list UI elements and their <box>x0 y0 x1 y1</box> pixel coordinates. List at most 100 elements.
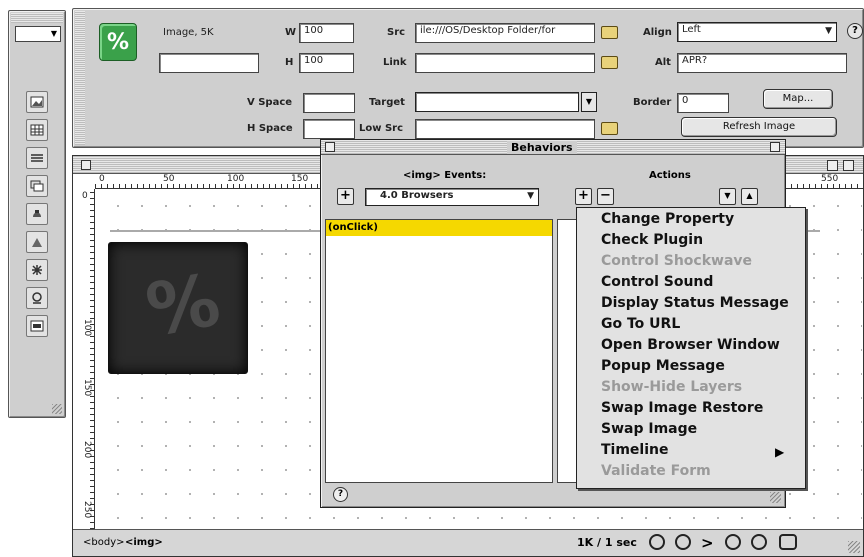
border-label: Border <box>633 97 672 108</box>
height-label: H <box>285 57 294 68</box>
src-field[interactable]: ile:///OS/Desktop Folder/for <box>415 23 595 43</box>
width-label: W <box>285 27 297 38</box>
menu-item[interactable]: Popup Message <box>577 356 805 377</box>
help-icon[interactable]: ? <box>333 487 348 502</box>
ruler-mark: 550 <box>821 174 839 184</box>
move-up-button[interactable]: ▲ <box>741 188 758 205</box>
move-down-button[interactable]: ▼ <box>719 188 736 205</box>
border-field[interactable]: 0 <box>677 93 729 113</box>
align-select[interactable]: Left ▼ <box>677 22 837 42</box>
menu-item[interactable]: Open Browser Window <box>577 335 805 356</box>
events-header: <img> Events: <box>403 170 487 181</box>
menu-item: Validate Form <box>601 463 711 479</box>
menu-item[interactable]: Display Status Message <box>577 293 805 314</box>
zoom-box-icon[interactable] <box>827 160 838 171</box>
menu-item[interactable]: Change Property <box>577 209 805 230</box>
add-action-button[interactable]: + <box>575 188 592 205</box>
menu-item[interactable]: Timeline <box>577 440 805 461</box>
add-event-button[interactable]: + <box>337 188 354 205</box>
chevron-down-icon: ▼ <box>585 97 593 106</box>
vruler-mark: 100 <box>82 319 92 337</box>
insert-layer-icon[interactable] <box>26 175 48 197</box>
menu-item[interactable]: Swap Image Restore <box>577 398 805 419</box>
align-label: Align <box>643 27 672 38</box>
alt-field[interactable]: APR? <box>677 53 847 73</box>
remove-action-button[interactable]: − <box>597 188 614 205</box>
link-folder-icon[interactable] <box>601 56 618 69</box>
menu-item[interactable]: Swap Image <box>577 419 805 440</box>
palette-titlebar[interactable] <box>11 13 63 23</box>
image-name-field[interactable] <box>159 53 259 73</box>
behaviors-title: Behaviors <box>507 141 577 154</box>
vruler-mark: 150 <box>82 379 92 397</box>
lowsrc-folder-icon[interactable] <box>601 122 618 135</box>
menu-item[interactable]: Go To URL <box>577 314 805 335</box>
vertical-ruler: 0 100 150 200 250 <box>81 189 95 529</box>
vruler-mark: 250 <box>82 501 92 519</box>
insert-rule-icon[interactable] <box>26 147 48 169</box>
actions-popup-menu: Change Property Check Plugin Control Shock… <box>576 207 806 489</box>
close-box-icon[interactable] <box>81 160 91 170</box>
inspector-titlebar[interactable] <box>75 11 85 145</box>
vruler-mark: 200 <box>82 441 92 459</box>
collapse-box-icon[interactable] <box>843 160 854 171</box>
help-icon[interactable]: ? <box>847 23 863 39</box>
status-bar: <body> <img> 1K / 1 sec > <box>73 529 863 556</box>
target-dropdown-button[interactable]: ▼ <box>581 92 597 112</box>
lowsrc-field[interactable] <box>415 119 595 139</box>
vspace-label: V Space <box>247 97 293 108</box>
menu-item[interactable]: Control Sound <box>577 272 805 293</box>
resize-grip[interactable] <box>848 541 860 553</box>
site-launcher-icon[interactable] <box>649 534 665 550</box>
src-label: Src <box>387 27 406 38</box>
insert-applet-icon[interactable] <box>26 231 48 253</box>
insert-activex-icon[interactable] <box>26 287 48 309</box>
insert-plugin-icon[interactable] <box>26 203 48 225</box>
history-launcher-icon[interactable] <box>751 534 767 550</box>
html-styles-icon[interactable]: > <box>701 534 714 552</box>
selected-image[interactable]: % <box>108 242 248 374</box>
html-source-icon[interactable] <box>779 534 797 550</box>
objects-palette: ▼ <box>8 10 66 418</box>
insert-server-markup-icon[interactable] <box>26 315 48 337</box>
insert-image-icon[interactable] <box>26 91 48 113</box>
insert-shockwave-icon[interactable] <box>26 259 48 281</box>
resize-grip[interactable] <box>52 404 62 414</box>
ruler-mark: 150 <box>291 174 309 184</box>
ruler-mark: 0 <box>99 174 105 184</box>
library-launcher-icon[interactable] <box>675 534 691 550</box>
src-folder-icon[interactable] <box>601 26 618 39</box>
property-inspector: % Image, 5K W 100 H 100 Src ile:///OS/De… <box>72 8 864 148</box>
chevron-down-icon: ▼ <box>527 191 534 201</box>
chevron-down-icon: ▼ <box>50 29 57 38</box>
close-box-icon[interactable] <box>325 142 335 152</box>
map-button[interactable]: Map... <box>763 89 833 109</box>
hspace-field[interactable] <box>303 119 355 139</box>
events-list[interactable]: (onClick) <box>325 219 553 483</box>
chevron-down-icon: ▼ <box>825 26 832 36</box>
insert-table-icon[interactable] <box>26 119 48 141</box>
tag-selector-img[interactable]: <img> <box>125 537 163 548</box>
palette-category-dropdown[interactable]: ▼ <box>15 26 61 42</box>
zoom-box-icon[interactable] <box>770 142 780 152</box>
target-field[interactable] <box>415 92 579 112</box>
image-type-icon: % <box>99 23 137 61</box>
ruler-mark: 100 <box>227 174 245 184</box>
vspace-field[interactable] <box>303 93 355 113</box>
resize-grip[interactable] <box>770 492 781 503</box>
event-row[interactable]: (onClick) <box>326 220 552 236</box>
height-field[interactable]: 100 <box>299 53 354 73</box>
browser-version-select[interactable]: 4.0 Browsers ▼ <box>365 188 539 206</box>
link-field[interactable] <box>415 53 595 73</box>
actions-header: Actions <box>649 170 691 181</box>
menu-item: Show-Hide Layers <box>601 379 743 395</box>
width-field[interactable]: 100 <box>299 23 354 43</box>
link-label: Link <box>383 57 407 68</box>
menu-item[interactable]: Check Plugin <box>577 230 805 251</box>
behaviors-launcher-icon[interactable] <box>725 534 741 550</box>
percent-icon: % <box>106 29 130 55</box>
tag-selector-body[interactable]: <body> <box>83 537 125 548</box>
image-type-label: Image, 5K <box>163 27 214 38</box>
hspace-label: H Space <box>247 123 293 134</box>
refresh-image-button[interactable]: Refresh Image <box>681 117 837 137</box>
